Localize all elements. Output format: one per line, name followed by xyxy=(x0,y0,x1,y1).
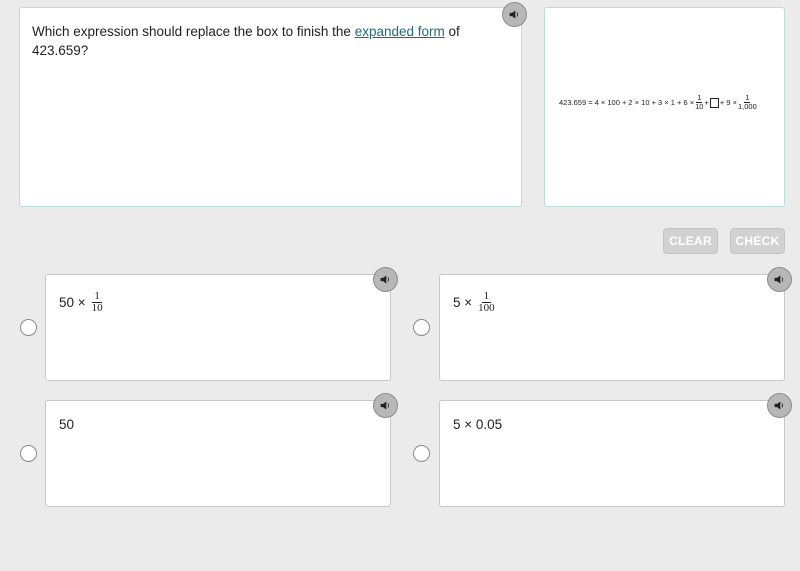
speaker-icon xyxy=(774,401,783,410)
fraction-one-tenth: 1 10 xyxy=(695,94,703,111)
speaker-icon xyxy=(380,401,389,410)
option-a-card[interactable]: 50 × 1 10 xyxy=(45,274,391,381)
expanded-form-equation: 423.659 = 4 × 100 + 2 × 10 + 3 × 1 + 6 ×… xyxy=(559,94,758,111)
option-b-card[interactable]: 5 × 1 100 xyxy=(439,274,785,381)
option-expression: 50 xyxy=(59,417,75,432)
option-d-audio-button[interactable] xyxy=(767,393,792,418)
speaker-icon xyxy=(380,275,389,284)
option-c-audio-button[interactable] xyxy=(373,393,398,418)
option-fraction: 1 100 xyxy=(478,291,495,314)
expanded-form-link[interactable]: expanded form xyxy=(355,24,445,39)
frac-denominator: 10 xyxy=(91,302,103,314)
check-button[interactable]: CHECK xyxy=(730,228,785,254)
option-expression: 5 × 0.05 xyxy=(453,417,503,432)
frac-denominator: 1,000 xyxy=(737,102,757,111)
speaker-icon xyxy=(774,275,783,284)
frac-denominator: 10 xyxy=(695,102,704,111)
equation-rest: + 9 × xyxy=(719,98,737,107)
question-audio-button[interactable] xyxy=(502,2,527,27)
option-c-radio[interactable] xyxy=(20,445,37,462)
frac-denominator: 100 xyxy=(478,302,495,314)
equation-image-card: 423.659 = 4 × 100 + 2 × 10 + 3 × 1 + 6 ×… xyxy=(544,7,785,207)
option-c-card[interactable]: 50 xyxy=(45,400,391,507)
option-d-radio[interactable] xyxy=(413,445,430,462)
speaker-icon xyxy=(509,10,518,19)
option-b-radio[interactable] xyxy=(413,319,430,336)
fraction-one-thousandth: 1 1,000 xyxy=(738,94,757,111)
option-b-text: 5 × 1 100 xyxy=(453,291,495,314)
question-card: Which expression should replace the box … xyxy=(19,7,522,207)
equation-lhs: 423.659 = 4 × 100 + 2 × 10 + 3 × 1 + 6 × xyxy=(559,98,695,107)
option-expression: 50 × xyxy=(59,295,86,310)
equation-plus: + xyxy=(704,98,709,107)
option-d-card[interactable]: 5 × 0.05 xyxy=(439,400,785,507)
question-text-part: Which expression should replace the box … xyxy=(32,24,355,39)
option-a-audio-button[interactable] xyxy=(373,267,398,292)
clear-button[interactable]: CLEAR xyxy=(663,228,718,254)
missing-term-box xyxy=(709,97,719,108)
option-c-text: 50 xyxy=(59,417,74,432)
question-text: Which expression should replace the box … xyxy=(32,22,502,60)
option-d-text: 5 × 0.05 xyxy=(453,417,502,432)
option-a-text: 50 × 1 10 xyxy=(59,291,103,314)
option-fraction: 1 10 xyxy=(92,291,103,314)
option-expression: 5 × xyxy=(453,295,473,310)
option-b-audio-button[interactable] xyxy=(767,267,792,292)
option-a-radio[interactable] xyxy=(20,319,37,336)
